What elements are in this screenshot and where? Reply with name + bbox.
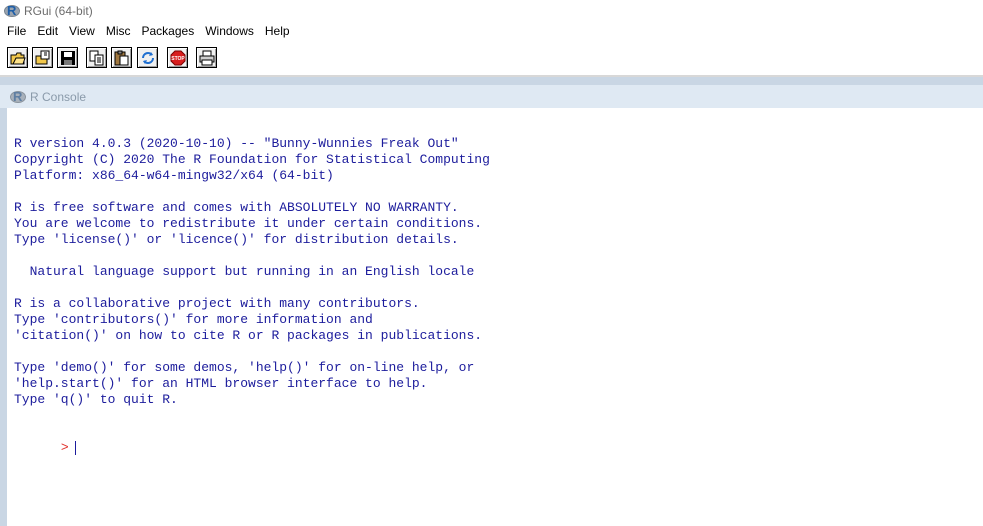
copy-paste-icon (142, 52, 154, 64)
open-script-button[interactable] (7, 47, 28, 68)
r-logo-icon: R (10, 89, 26, 104)
open-script-icon (10, 52, 26, 65)
copy-paste-button[interactable] (137, 47, 158, 68)
console-line: Natural language support but running in … (14, 264, 475, 279)
title-bar: R RGui (64-bit) (0, 0, 983, 21)
console-line: Type 'demo()' for some demos, 'help()' f… (14, 360, 475, 375)
menu-help[interactable]: Help (259, 24, 295, 38)
menu-misc[interactable]: Misc (100, 24, 136, 38)
paste-icon (114, 50, 129, 66)
console-line: R version 4.0.3 (2020-10-10) -- "Bunny-W… (14, 136, 459, 151)
menu-packages[interactable]: Packages (136, 24, 200, 38)
stop-button[interactable]: STOP (167, 47, 188, 68)
menu-file[interactable]: File (0, 24, 31, 38)
menu-edit[interactable]: Edit (31, 24, 63, 38)
console-line: Copyright (C) 2020 The R Foundation for … (14, 152, 490, 167)
stop-icon: STOP (170, 50, 186, 66)
copy-icon (89, 50, 104, 66)
console-line: You are welcome to redistribute it under… (14, 216, 483, 231)
save-workspace-button[interactable] (57, 47, 78, 68)
r-logo-icon: R (4, 3, 20, 18)
console-output[interactable]: R version 4.0.3 (2020-10-10) -- "Bunny-W… (7, 108, 983, 526)
print-button[interactable] (196, 47, 217, 68)
menu-bar: File Edit View Misc Packages Windows Hel… (0, 21, 983, 41)
console-line: 'citation()' on how to cite R or R packa… (14, 328, 483, 343)
console-line: R is a collaborative project with many c… (14, 296, 420, 311)
menu-windows[interactable]: Windows (199, 24, 259, 38)
mdi-workspace: R R Console R version 4.0.3 (2020-10-10)… (0, 77, 983, 526)
console-line: R is free software and comes with ABSOLU… (14, 200, 459, 215)
console-line: Type 'contributors()' for more informati… (14, 312, 373, 327)
toolbar: STOP (0, 41, 983, 77)
window-title: RGui (64-bit) (24, 3, 93, 18)
print-icon (199, 50, 215, 66)
svg-text:STOP: STOP (171, 56, 185, 62)
load-workspace-button[interactable] (32, 47, 53, 68)
menu-view[interactable]: View (63, 24, 100, 38)
console-line: Type 'q()' to quit R. (14, 392, 178, 407)
copy-button[interactable] (86, 47, 107, 68)
console-line: Type 'license()' or 'licence()' for dist… (14, 232, 459, 247)
text-cursor (74, 440, 76, 455)
save-workspace-icon (61, 51, 75, 65)
console-line: Platform: x86_64-w64-mingw32/x64 (64-bit… (14, 168, 334, 183)
console-title-bar[interactable]: R R Console (0, 85, 983, 108)
load-workspace-icon (35, 50, 50, 65)
console-title: R Console (30, 89, 87, 104)
paste-button[interactable] (111, 47, 132, 68)
console-prompt: > (60, 440, 69, 455)
console-line: 'help.start()' for an HTML browser inter… (14, 376, 428, 391)
console-prompt-line[interactable]: > (14, 424, 983, 455)
